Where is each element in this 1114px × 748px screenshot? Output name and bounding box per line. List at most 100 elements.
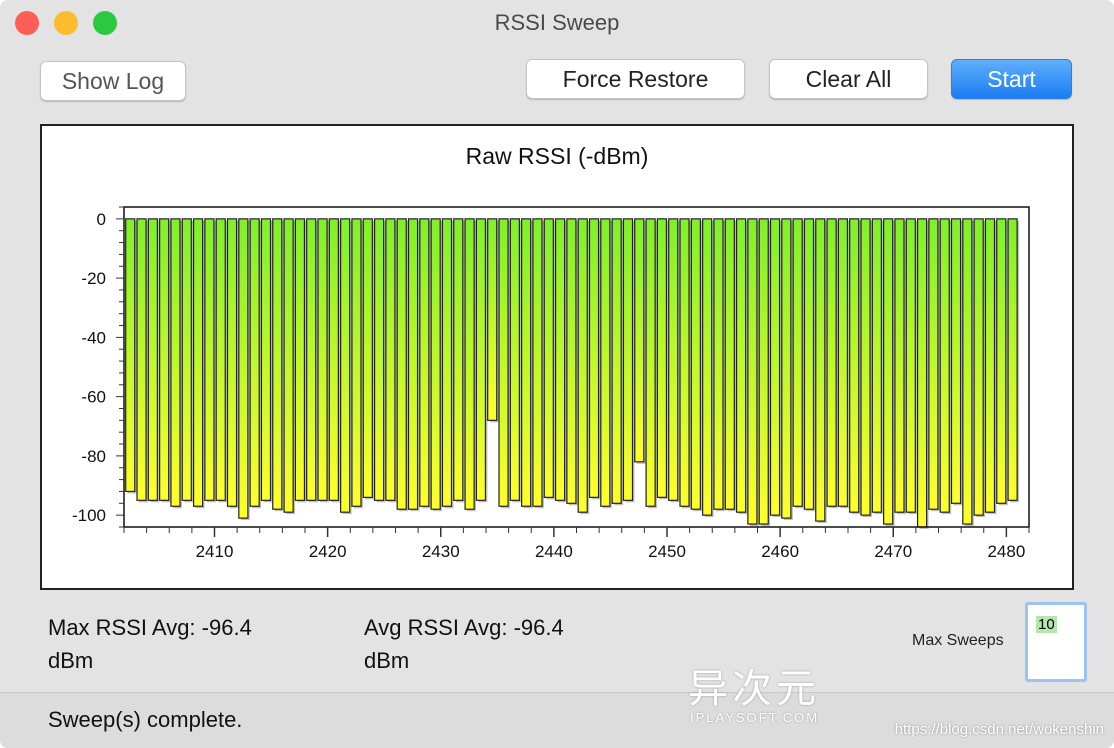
bar (340, 218, 351, 513)
x-tick-label: 2460 (761, 542, 799, 561)
clear-all-button[interactable]: Clear All (769, 59, 928, 99)
bar (622, 218, 634, 501)
x-tick-label: 2430 (422, 542, 460, 561)
status-bar: Sweep(s) complete. https://blog.csdn.net… (0, 692, 1114, 748)
max-rssi-avg: Max RSSI Avg: -96.4 dBm (48, 611, 252, 677)
y-tick-label: -100 (72, 506, 106, 525)
bar (351, 218, 362, 507)
rssi-sweep-window: RSSI Sweep Show Log Force Restore Clear … (0, 0, 1114, 748)
bar (396, 218, 407, 510)
bar (894, 218, 905, 513)
bar (837, 218, 849, 507)
bar (702, 218, 713, 516)
y-tick-label: -40 (81, 328, 106, 347)
x-tick-label: 2410 (196, 542, 234, 561)
bar (283, 218, 294, 513)
bar (294, 218, 306, 501)
bar (328, 218, 339, 501)
bar (226, 218, 238, 507)
bar (487, 218, 498, 421)
bar (679, 218, 690, 507)
bar (826, 218, 837, 507)
bar (430, 218, 441, 510)
force-restore-button[interactable]: Force Restore (526, 59, 745, 99)
bar (1007, 218, 1018, 501)
bar (950, 218, 962, 504)
bar (373, 218, 385, 501)
x-tick-label: 2420 (309, 542, 347, 561)
bar (803, 218, 815, 510)
bar (260, 218, 272, 501)
bar (159, 218, 170, 501)
avg-rssi-value: Avg RSSI Avg: -96.4 (364, 615, 564, 640)
bar (181, 218, 192, 501)
bar (543, 218, 554, 498)
bar (668, 218, 679, 501)
start-button[interactable]: Start (951, 59, 1072, 99)
bar (419, 218, 430, 507)
bar (611, 218, 622, 504)
bar (747, 218, 758, 525)
max-rssi-value: Max RSSI Avg: -96.4 (48, 615, 252, 640)
bar (769, 218, 781, 516)
y-tick-label: 0 (97, 210, 106, 229)
bar (860, 218, 871, 516)
bar (407, 218, 419, 510)
bar (656, 218, 668, 498)
y-tick-label: -60 (81, 388, 106, 407)
watermark-logo: 异次元 (688, 667, 820, 711)
bar (984, 218, 996, 513)
rssi-chart-panel: Raw RSSI (-dBm) 0 -20 -40 -60 -80 -100 2410 242… (40, 124, 1074, 590)
max-sweeps-value: 10 (1036, 616, 1057, 633)
max-rssi-unit: dBm (48, 648, 94, 673)
bar (554, 218, 566, 501)
status-text: Sweep(s) complete. (48, 707, 243, 732)
bar (566, 218, 577, 504)
x-tick-label: 2450 (648, 542, 686, 561)
avg-rssi-unit: dBm (364, 648, 410, 673)
zoom-button[interactable] (93, 11, 117, 35)
watermark-site: IPLAYSOFT.COM (690, 710, 820, 725)
bar (136, 218, 147, 501)
bar (509, 218, 520, 501)
bar (192, 218, 204, 507)
bar (464, 218, 475, 510)
bar (577, 218, 588, 513)
y-tick-label: -80 (81, 447, 106, 466)
bar (634, 218, 645, 463)
bar (792, 218, 803, 507)
bar (600, 218, 611, 507)
x-tick-label: 2470 (874, 542, 912, 561)
bar (475, 218, 487, 501)
x-tick-label: 2440 (535, 542, 573, 561)
minimize-button[interactable] (54, 11, 78, 35)
bar (588, 218, 600, 498)
bar (645, 218, 656, 507)
bar (521, 218, 532, 507)
watermark-url: https://blog.csdn.net/wokenshin (894, 721, 1104, 738)
rssi-bar-chart: Raw RSSI (-dBm) 0 -20 -40 -60 -80 -100 2410 242… (72, 143, 1030, 561)
bar (973, 218, 984, 516)
avg-rssi-avg: Avg RSSI Avg: -96.4 dBm (364, 611, 564, 677)
max-sweeps-label: Max Sweeps (912, 632, 1004, 649)
bar (441, 218, 453, 507)
bar (498, 218, 509, 507)
bar (996, 218, 1007, 504)
bar (453, 218, 464, 501)
bar (871, 218, 882, 513)
bar (735, 218, 747, 513)
bar (125, 218, 136, 493)
bar (690, 218, 701, 510)
x-tick-label: 2480 (987, 542, 1025, 561)
bar (362, 218, 373, 498)
close-button[interactable] (15, 11, 39, 35)
bar (962, 218, 973, 525)
bar (928, 218, 939, 510)
bar (272, 218, 283, 510)
bar (939, 218, 950, 513)
window-title: RSSI Sweep (494, 10, 620, 35)
bar (147, 218, 158, 501)
show-log-button[interactable]: Show Log (40, 61, 186, 101)
max-sweeps-field[interactable]: 10 (1025, 602, 1087, 682)
bar (758, 218, 769, 525)
